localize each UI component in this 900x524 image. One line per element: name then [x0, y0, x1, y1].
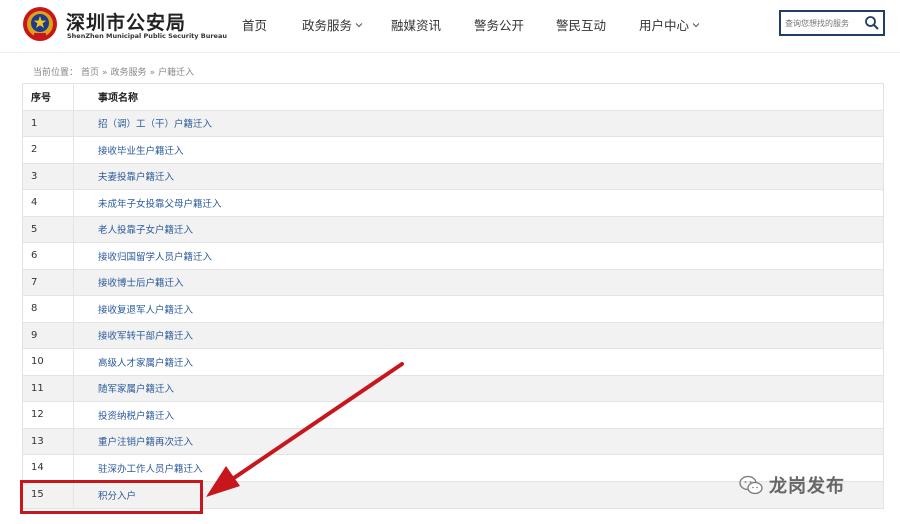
- row-number: 4: [31, 197, 38, 209]
- table-row: 3 夫妻投靠户籍迁入: [23, 163, 883, 190]
- nav-interaction-label: 警民互动: [556, 18, 607, 33]
- table-row: 7 接收博士后户籍迁入: [23, 269, 883, 296]
- table-row: 9 接收军转干部户籍迁入: [23, 322, 883, 349]
- header-divider: [0, 52, 900, 53]
- table-header-row: 序号 事项名称: [23, 84, 883, 111]
- breadcrumb-home[interactable]: 首页: [81, 68, 99, 78]
- nav-police-affairs-label: 警务公开: [474, 18, 525, 33]
- row-number: 1: [31, 117, 38, 129]
- table-row: 13 重户注销户籍再次迁入: [23, 428, 883, 455]
- service-link[interactable]: 接收博士后户籍迁入: [98, 275, 184, 289]
- row-number: 3: [31, 170, 38, 182]
- row-number: 7: [31, 276, 38, 288]
- breadcrumb-separator: »: [149, 68, 156, 78]
- table-row: 5 老人投靠子女户籍迁入: [23, 216, 883, 243]
- police-emblem-icon[interactable]: [22, 6, 58, 42]
- row-number: 11: [31, 382, 44, 394]
- row-number: 14: [31, 462, 44, 474]
- table-row: 11 随军家属户籍迁入: [23, 375, 883, 402]
- service-table: 序号 事项名称 1 招（调）工（干）户籍迁入 2 接收毕业生户籍迁入 3 夫妻投…: [22, 83, 884, 509]
- service-link[interactable]: 招（调）工（干）户籍迁入: [98, 116, 212, 130]
- breadcrumb-prefix: 当前位置：: [33, 68, 79, 78]
- watermark: 龙岗发布: [739, 472, 845, 498]
- column-header-number: 序号: [31, 93, 51, 105]
- column-header-name: 事项名称: [73, 84, 883, 110]
- chevron-down-icon: [692, 22, 700, 27]
- table-row: 2 接收毕业生户籍迁入: [23, 137, 883, 164]
- wechat-icon: [739, 475, 763, 495]
- service-link[interactable]: 高级人才家属户籍迁入: [98, 355, 193, 369]
- service-link[interactable]: 老人投靠子女户籍迁入: [98, 222, 193, 236]
- row-number: 12: [31, 409, 44, 421]
- nav-police-affairs[interactable]: 警务公开: [474, 15, 524, 34]
- row-number: 10: [31, 356, 44, 368]
- nav-gov-services[interactable]: 政务服务: [302, 15, 363, 34]
- service-link[interactable]: 接收归国留学人员户籍迁入: [98, 249, 212, 263]
- row-number: 5: [31, 223, 38, 235]
- nav-gov-services-label: 政务服务: [302, 18, 353, 33]
- nav-home-label: 首页: [242, 18, 268, 33]
- search-box: [779, 10, 885, 36]
- row-number: 8: [31, 303, 38, 315]
- breadcrumb-separator: »: [102, 68, 108, 78]
- nav-user-center-label: 用户中心: [639, 18, 690, 33]
- site-header: 深圳市公安局 ShenZhen Municipal Public Securit…: [0, 0, 900, 52]
- search-input[interactable]: [785, 14, 867, 32]
- watermark-text: 龙岗发布: [769, 476, 845, 497]
- service-link[interactable]: 接收军转干部户籍迁入: [98, 328, 193, 342]
- nav-media-news-label: 融媒资讯: [391, 18, 442, 33]
- table-row: 8 接收复退军人户籍迁入: [23, 296, 883, 323]
- highlight-box: [20, 480, 203, 514]
- nav-user-center[interactable]: 用户中心: [639, 15, 700, 34]
- service-link[interactable]: 夫妻投靠户籍迁入: [98, 169, 174, 183]
- service-link[interactable]: 随军家属户籍迁入: [98, 381, 174, 395]
- row-number: 9: [31, 329, 38, 341]
- table-row: 6 接收归国留学人员户籍迁入: [23, 243, 883, 270]
- site-title-cn[interactable]: 深圳市公安局: [66, 8, 186, 35]
- service-link[interactable]: 重户注销户籍再次迁入: [98, 434, 193, 448]
- service-link[interactable]: 驻深办工作人员户籍迁入: [98, 461, 203, 475]
- table-row: 1 招（调）工（干）户籍迁入: [23, 110, 883, 137]
- nav-media-news[interactable]: 融媒资讯: [391, 15, 441, 34]
- search-icon[interactable]: [864, 15, 880, 31]
- table-row: 12 投资纳税户籍迁入: [23, 402, 883, 429]
- service-link[interactable]: 未成年子女投靠父母户籍迁入: [98, 196, 222, 210]
- table-row: 4 未成年子女投靠父母户籍迁入: [23, 190, 883, 217]
- service-link[interactable]: 接收毕业生户籍迁入: [98, 143, 184, 157]
- breadcrumb-gov-services[interactable]: 政务服务: [111, 68, 147, 78]
- service-link[interactable]: 投资纳税户籍迁入: [98, 408, 174, 422]
- breadcrumb-current: 户籍迁入: [158, 68, 195, 78]
- nav-home[interactable]: 首页: [242, 15, 267, 34]
- row-number: 13: [31, 435, 44, 447]
- nav-interaction[interactable]: 警民互动: [556, 15, 606, 34]
- chevron-down-icon: [355, 22, 363, 27]
- breadcrumb: 当前位置： 首页» 政务服务» 户籍迁入: [33, 65, 197, 78]
- table-row: 10 高级人才家属户籍迁入: [23, 349, 883, 376]
- site-title-en: ShenZhen Municipal Public Security Burea…: [67, 32, 227, 40]
- row-number: 6: [31, 250, 38, 262]
- row-number: 2: [31, 144, 38, 156]
- service-link[interactable]: 接收复退军人户籍迁入: [98, 302, 193, 316]
